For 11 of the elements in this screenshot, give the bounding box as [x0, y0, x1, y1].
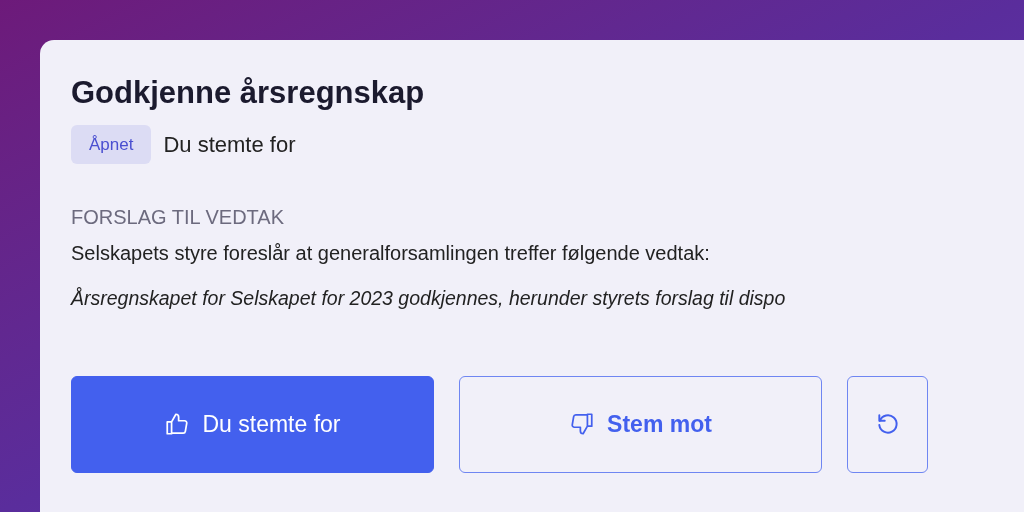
intro-text: Selskapets styre foreslår at generalforsamlingen treffer følgende vedtak:	[71, 241, 711, 267]
thumbs-up-icon	[164, 411, 191, 437]
vote-against-button[interactable]: Stem mot	[459, 375, 822, 473]
vote-status: Du stemte for	[163, 131, 296, 159]
section-label: FORSLAG TIL VEDTAK	[71, 205, 286, 231]
thumbs-down-icon	[569, 411, 596, 437]
resolution-text: Årsregnskapet for Selskapet for 2023 godkjennes, herunder styrets forslag til dispo	[71, 286, 787, 312]
reset-button[interactable]	[847, 375, 928, 473]
vote-for-button[interactable]: Du stemte for	[71, 375, 434, 473]
status-badge: Åpnet	[71, 124, 152, 165]
proposal-title: Godkjenne årsregnskap	[71, 74, 426, 112]
